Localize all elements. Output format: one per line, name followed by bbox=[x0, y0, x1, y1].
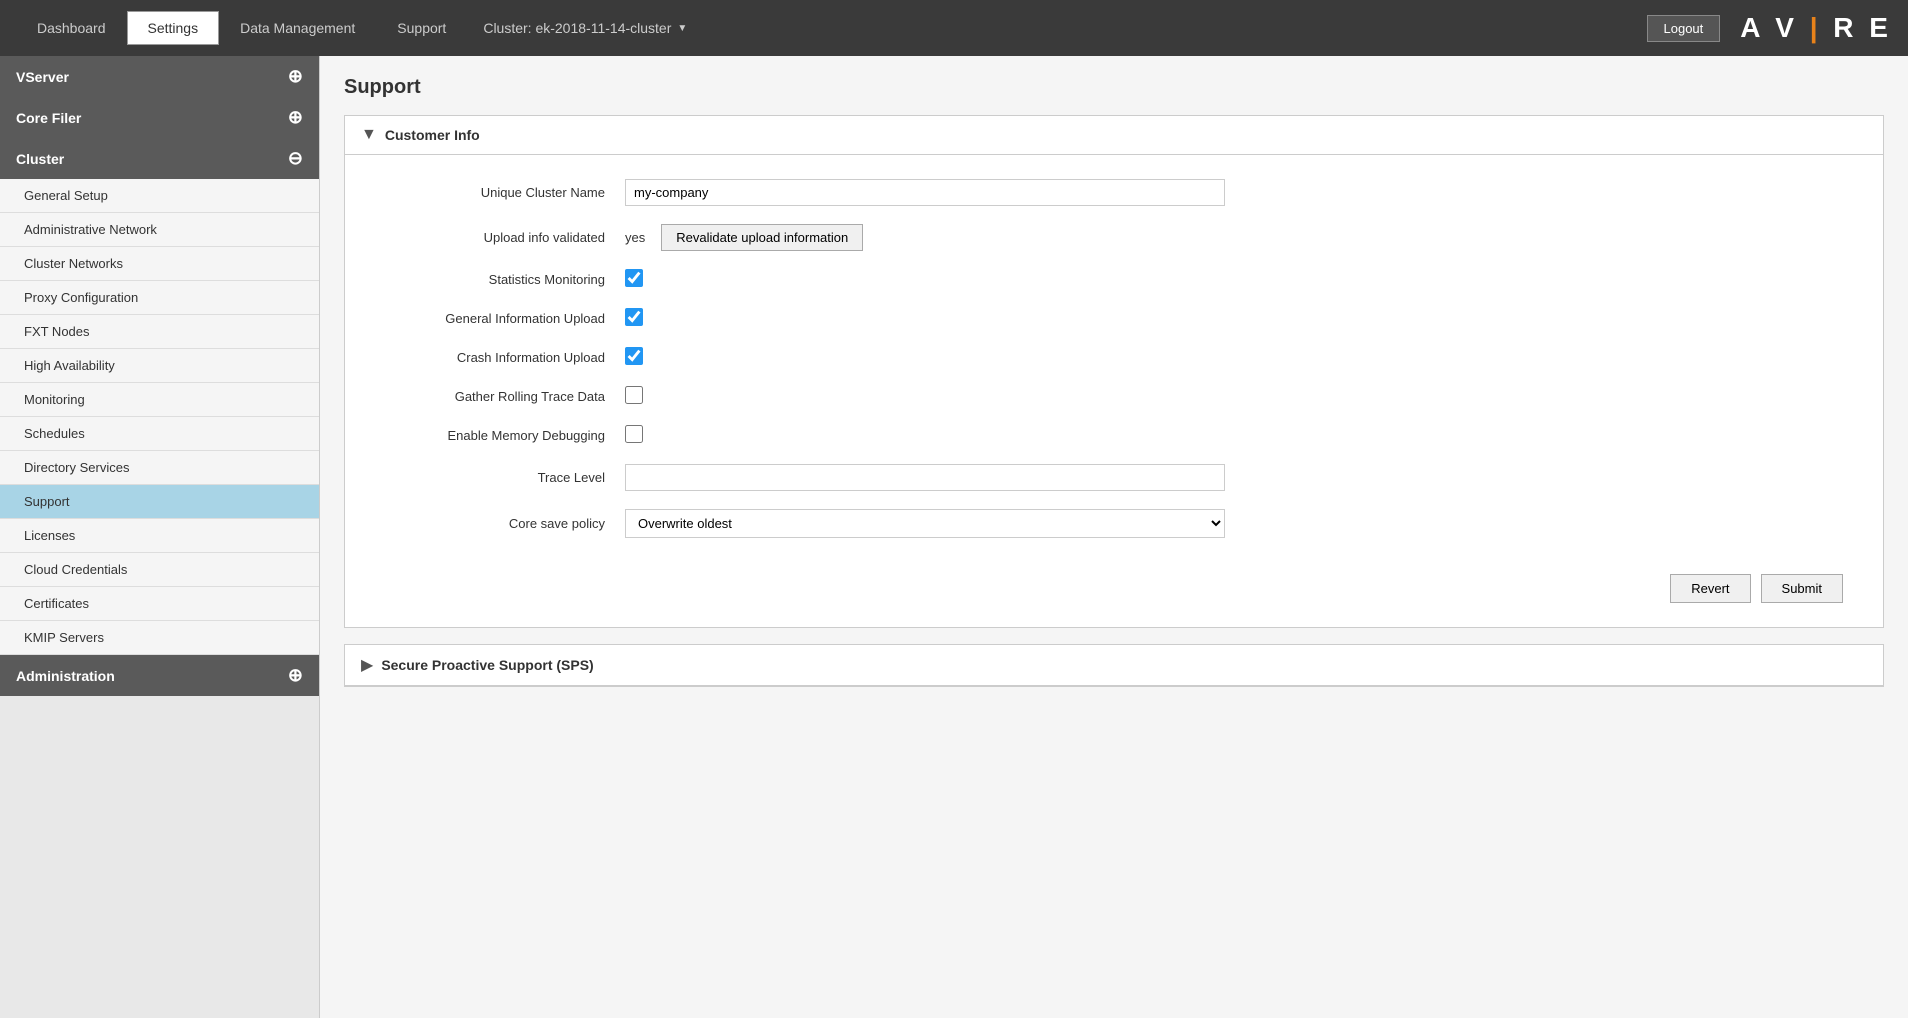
submit-button[interactable]: Submit bbox=[1761, 574, 1843, 603]
sidebar-section-vserver[interactable]: VServer ⊕ bbox=[0, 56, 319, 97]
upload-info-validated-row: Upload info validated yes Revalidate upl… bbox=[385, 224, 1843, 251]
tab-support[interactable]: Support bbox=[376, 11, 467, 45]
sidebar-item-general-setup[interactable]: General Setup bbox=[0, 179, 319, 213]
top-right-area: Logout A V | R E bbox=[1647, 12, 1893, 44]
gather-rolling-trace-label: Gather Rolling Trace Data bbox=[385, 389, 625, 404]
sidebar-item-high-availability[interactable]: High Availability bbox=[0, 349, 319, 383]
cluster-collapse-icon: ⊖ bbox=[288, 148, 303, 169]
revert-button[interactable]: Revert bbox=[1670, 574, 1750, 603]
customer-info-toggle-icon: ▼ bbox=[361, 126, 377, 144]
crash-info-upload-checkbox[interactable] bbox=[625, 347, 643, 365]
sidebar-section-vserver-label: VServer bbox=[16, 69, 69, 85]
top-navigation: Dashboard Settings Data Management Suppo… bbox=[16, 11, 687, 45]
main-layout: VServer ⊕ Core Filer ⊕ Cluster ⊖ General… bbox=[0, 56, 1908, 1018]
enable-memory-debugging-row: Enable Memory Debugging bbox=[385, 425, 1843, 446]
cluster-selector[interactable]: Cluster: ek-2018-11-14-cluster ▼ bbox=[483, 20, 687, 36]
sidebar-item-certificates[interactable]: Certificates bbox=[0, 587, 319, 621]
sidebar-item-cluster-networks[interactable]: Cluster Networks bbox=[0, 247, 319, 281]
page-title: Support bbox=[344, 76, 1884, 99]
unique-cluster-name-control bbox=[625, 179, 1225, 206]
crash-info-upload-label: Crash Information Upload bbox=[385, 350, 625, 365]
sidebar-item-fxt-nodes[interactable]: FXT Nodes bbox=[0, 315, 319, 349]
enable-memory-debugging-checkbox[interactable] bbox=[625, 425, 643, 443]
avere-logo: A V | R E bbox=[1740, 12, 1892, 44]
sidebar-section-core-filer[interactable]: Core Filer ⊕ bbox=[0, 97, 319, 138]
trace-level-control bbox=[625, 464, 1225, 491]
sidebar-item-cloud-credentials[interactable]: Cloud Credentials bbox=[0, 553, 319, 587]
tab-dashboard[interactable]: Dashboard bbox=[16, 11, 127, 45]
unique-cluster-name-row: Unique Cluster Name bbox=[385, 179, 1843, 206]
enable-memory-debugging-control bbox=[625, 425, 1225, 446]
sidebar-item-directory-services[interactable]: Directory Services bbox=[0, 451, 319, 485]
vserver-expand-icon: ⊕ bbox=[288, 66, 303, 87]
crash-info-upload-row: Crash Information Upload bbox=[385, 347, 1843, 368]
trace-level-row: Trace Level bbox=[385, 464, 1843, 491]
sidebar-section-administration-label: Administration bbox=[16, 668, 115, 684]
general-info-upload-checkbox[interactable] bbox=[625, 308, 643, 326]
administration-expand-icon: ⊕ bbox=[288, 665, 303, 686]
core-save-policy-select[interactable]: Overwrite oldest Keep newest Never overw… bbox=[625, 509, 1225, 538]
gather-rolling-trace-control bbox=[625, 386, 1225, 407]
statistics-monitoring-label: Statistics Monitoring bbox=[385, 272, 625, 287]
upload-info-control: yes Revalidate upload information bbox=[625, 224, 1225, 251]
unique-cluster-name-label: Unique Cluster Name bbox=[385, 185, 625, 200]
trace-level-label: Trace Level bbox=[385, 470, 625, 485]
tab-data-management[interactable]: Data Management bbox=[219, 11, 376, 45]
customer-info-panel-title: Customer Info bbox=[385, 127, 480, 143]
sidebar-section-cluster[interactable]: Cluster ⊖ bbox=[0, 138, 319, 179]
sidebar-section-core-filer-label: Core Filer bbox=[16, 110, 81, 126]
tab-settings[interactable]: Settings bbox=[127, 11, 220, 45]
general-info-upload-row: General Information Upload bbox=[385, 308, 1843, 329]
sidebar-section-cluster-label: Cluster bbox=[16, 151, 64, 167]
upload-info-label: Upload info validated bbox=[385, 230, 625, 245]
statistics-monitoring-row: Statistics Monitoring bbox=[385, 269, 1843, 290]
cluster-dropdown-arrow: ▼ bbox=[677, 23, 687, 34]
unique-cluster-name-input[interactable] bbox=[625, 179, 1225, 206]
sps-panel-title: Secure Proactive Support (SPS) bbox=[381, 657, 593, 673]
sps-panel-header[interactable]: ▶ Secure Proactive Support (SPS) bbox=[345, 645, 1883, 686]
gather-rolling-trace-row: Gather Rolling Trace Data bbox=[385, 386, 1843, 407]
statistics-monitoring-checkbox[interactable] bbox=[625, 269, 643, 287]
enable-memory-debugging-label: Enable Memory Debugging bbox=[385, 428, 625, 443]
core-save-policy-control: Overwrite oldest Keep newest Never overw… bbox=[625, 509, 1225, 538]
sidebar-item-monitoring[interactable]: Monitoring bbox=[0, 383, 319, 417]
sidebar-section-administration[interactable]: Administration ⊕ bbox=[0, 655, 319, 696]
sidebar-item-kmip-servers[interactable]: KMIP Servers bbox=[0, 621, 319, 655]
main-content: Support ▼ Customer Info Unique Cluster N… bbox=[320, 56, 1908, 1018]
general-info-upload-control bbox=[625, 308, 1225, 329]
customer-info-panel-header[interactable]: ▼ Customer Info bbox=[345, 116, 1883, 155]
general-info-upload-label: General Information Upload bbox=[385, 311, 625, 326]
core-filer-expand-icon: ⊕ bbox=[288, 107, 303, 128]
top-bar: Dashboard Settings Data Management Suppo… bbox=[0, 0, 1908, 56]
sidebar: VServer ⊕ Core Filer ⊕ Cluster ⊖ General… bbox=[0, 56, 320, 1018]
form-actions: Revert Submit bbox=[385, 562, 1843, 603]
upload-info-row-inner: yes Revalidate upload information bbox=[625, 224, 1225, 251]
sidebar-item-licenses[interactable]: Licenses bbox=[0, 519, 319, 553]
upload-info-status: yes bbox=[625, 230, 645, 245]
sps-panel: ▶ Secure Proactive Support (SPS) bbox=[344, 644, 1884, 687]
crash-info-upload-control bbox=[625, 347, 1225, 368]
sps-toggle-icon: ▶ bbox=[361, 655, 373, 675]
core-save-policy-label: Core save policy bbox=[385, 516, 625, 531]
logout-button[interactable]: Logout bbox=[1647, 15, 1721, 42]
revalidate-button[interactable]: Revalidate upload information bbox=[661, 224, 863, 251]
cluster-label: Cluster: ek-2018-11-14-cluster bbox=[483, 20, 671, 36]
sidebar-item-administrative-network[interactable]: Administrative Network bbox=[0, 213, 319, 247]
trace-level-input[interactable] bbox=[625, 464, 1225, 491]
sidebar-item-proxy-configuration[interactable]: Proxy Configuration bbox=[0, 281, 319, 315]
customer-info-panel-body: Unique Cluster Name Upload info validate… bbox=[345, 155, 1883, 627]
statistics-monitoring-control bbox=[625, 269, 1225, 290]
sidebar-item-schedules[interactable]: Schedules bbox=[0, 417, 319, 451]
sidebar-item-support[interactable]: Support bbox=[0, 485, 319, 519]
customer-info-panel: ▼ Customer Info Unique Cluster Name Uplo… bbox=[344, 115, 1884, 628]
gather-rolling-trace-checkbox[interactable] bbox=[625, 386, 643, 404]
core-save-policy-row: Core save policy Overwrite oldest Keep n… bbox=[385, 509, 1843, 538]
